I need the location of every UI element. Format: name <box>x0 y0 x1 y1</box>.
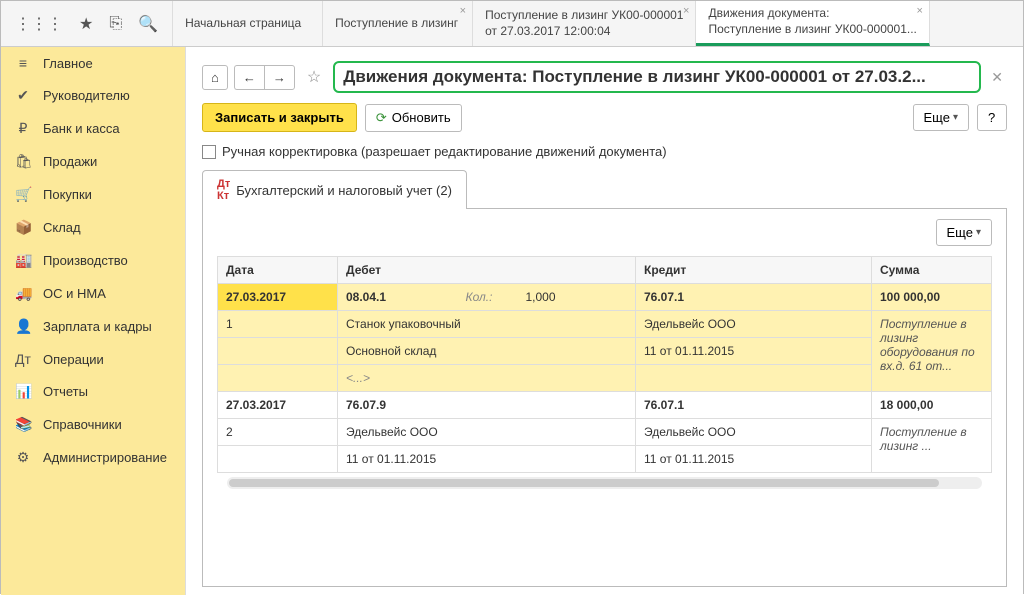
sidebar-icon: 📊 <box>15 383 31 400</box>
document-title: Движения документа: Поступление в лизинг… <box>333 61 981 93</box>
manual-correction-checkbox[interactable] <box>202 145 216 159</box>
title-tab[interactable]: Начальная страница <box>173 1 323 46</box>
title-bar: ⋮⋮⋮ ★ ⎘ 🔍 Начальная страницаПоступление … <box>1 1 1023 47</box>
save-close-button[interactable]: Записать и закрыть <box>202 103 357 132</box>
table-row[interactable]: 2Эдельвейс ОООЭдельвейс ОООПоступление в… <box>218 419 992 446</box>
sidebar-item[interactable]: ✔ Руководителю <box>1 79 185 112</box>
close-icon[interactable]: ✕ <box>987 69 1007 86</box>
table-row[interactable]: 27.03.201708.04.1Кол.:1,00076.07.1100 00… <box>218 284 992 311</box>
title-tabs: Начальная страницаПоступление в лизинг×П… <box>173 1 1023 46</box>
clipboard-icon[interactable]: ⎘ <box>109 15 122 33</box>
col-sum[interactable]: Сумма <box>872 257 992 284</box>
title-tools: ⋮⋮⋮ ★ ⎘ 🔍 <box>1 1 173 46</box>
back-button[interactable]: ← <box>234 65 264 90</box>
sidebar-item[interactable]: 🏭 Производство <box>1 244 185 277</box>
table-row[interactable]: 27.03.201776.07.976.07.118 000,00 <box>218 392 992 419</box>
title-tab[interactable]: Поступление в лизинг УК00-000001от 27.03… <box>473 1 696 46</box>
sidebar-item[interactable]: 📚 Справочники <box>1 408 185 441</box>
sidebar-item[interactable]: Дт Операции <box>1 343 185 375</box>
title-tab[interactable]: Движения документа:Поступление в лизинг … <box>696 1 929 46</box>
sidebar-label: Производство <box>43 253 128 268</box>
grid-panel: Еще ▾ Дата Дебет Кредит Сумма <box>202 208 1007 587</box>
accounting-grid: Дата Дебет Кредит Сумма 27.03.201708.04.… <box>217 256 992 473</box>
sidebar-item[interactable]: 📊 Отчеты <box>1 375 185 408</box>
sidebar-label: Зарплата и кадры <box>43 319 152 334</box>
sidebar-label: Покупки <box>43 187 92 202</box>
tab-close-icon[interactable]: × <box>683 5 689 17</box>
manual-correction-label: Ручная корректировка (разрешает редактир… <box>222 144 667 159</box>
content: ⌂ ← → ☆ Движения документа: Поступление … <box>186 47 1023 595</box>
sidebar-label: Руководителю <box>43 88 130 103</box>
sidebar-label: Продажи <box>43 154 97 169</box>
title-tab[interactable]: Поступление в лизинг× <box>323 1 473 46</box>
dtkt-icon: ДтКт <box>217 178 230 202</box>
sidebar-label: Операции <box>43 352 104 367</box>
more-button[interactable]: Еще ▾ <box>913 104 969 131</box>
sidebar-icon: 👤 <box>15 318 31 335</box>
sidebar-icon: 📚 <box>15 416 31 433</box>
search-icon[interactable]: 🔍 <box>138 14 158 34</box>
sidebar: ≡ Главное ✔ Руководителю ₽ Банк и касса 🛍 Прода… <box>1 47 186 595</box>
forward-button[interactable]: → <box>264 65 295 90</box>
grid-more-button[interactable]: Еще ▾ <box>936 219 992 246</box>
sidebar-icon: ⚙ <box>15 449 31 466</box>
sidebar-item[interactable]: ⚙ Администрирование <box>1 441 185 474</box>
sidebar-icon: 🛒 <box>15 186 31 203</box>
tab-accounting[interactable]: ДтКт Бухгалтерский и налоговый учет (2) <box>202 170 467 209</box>
sidebar-item[interactable]: ₽ Банк и касса <box>1 112 185 145</box>
horizontal-scrollbar[interactable] <box>227 477 982 489</box>
sidebar-label: ОС и НМА <box>43 286 106 301</box>
sidebar-icon: 🚚 <box>15 285 31 302</box>
help-button[interactable]: ? <box>977 104 1007 131</box>
chevron-down-icon: ▾ <box>976 227 981 238</box>
tab-close-icon[interactable]: × <box>460 5 466 17</box>
sidebar-icon: ₽ <box>15 120 31 137</box>
sidebar-label: Склад <box>43 220 81 235</box>
refresh-icon: ⟳ <box>376 110 387 126</box>
sidebar-item[interactable]: 📦 Склад <box>1 211 185 244</box>
star-icon[interactable]: ★ <box>79 14 93 34</box>
sidebar-item[interactable]: ≡ Главное <box>1 47 185 79</box>
chevron-down-icon: ▾ <box>953 112 958 123</box>
refresh-button[interactable]: ⟳ Обновить <box>365 104 462 132</box>
table-row[interactable]: 1Станок упаковочныйЭдельвейс ОООПоступле… <box>218 311 992 338</box>
sidebar-item[interactable]: 🛒 Покупки <box>1 178 185 211</box>
sidebar-item[interactable]: 🛍 Продажи <box>1 145 185 178</box>
home-button[interactable]: ⌂ <box>202 65 228 90</box>
sidebar-label: Отчеты <box>43 384 88 399</box>
sidebar-icon: ✔ <box>15 87 31 104</box>
sidebar-label: Главное <box>43 56 93 71</box>
sidebar-icon: 🛍 <box>15 153 31 170</box>
sidebar-icon: 📦 <box>15 219 31 236</box>
sidebar-label: Банк и касса <box>43 121 120 136</box>
sidebar-label: Администрирование <box>43 450 167 465</box>
sidebar-label: Справочники <box>43 417 122 432</box>
sidebar-icon: Дт <box>15 351 31 367</box>
col-credit[interactable]: Кредит <box>636 257 872 284</box>
col-date[interactable]: Дата <box>218 257 338 284</box>
apps-icon[interactable]: ⋮⋮⋮ <box>15 14 63 34</box>
col-debit[interactable]: Дебет <box>338 257 636 284</box>
sidebar-icon: ≡ <box>15 55 31 71</box>
favorite-icon[interactable]: ☆ <box>301 67 327 87</box>
tab-close-icon[interactable]: × <box>916 5 922 17</box>
sidebar-item[interactable]: 👤 Зарплата и кадры <box>1 310 185 343</box>
sidebar-icon: 🏭 <box>15 252 31 269</box>
sidebar-item[interactable]: 🚚 ОС и НМА <box>1 277 185 310</box>
